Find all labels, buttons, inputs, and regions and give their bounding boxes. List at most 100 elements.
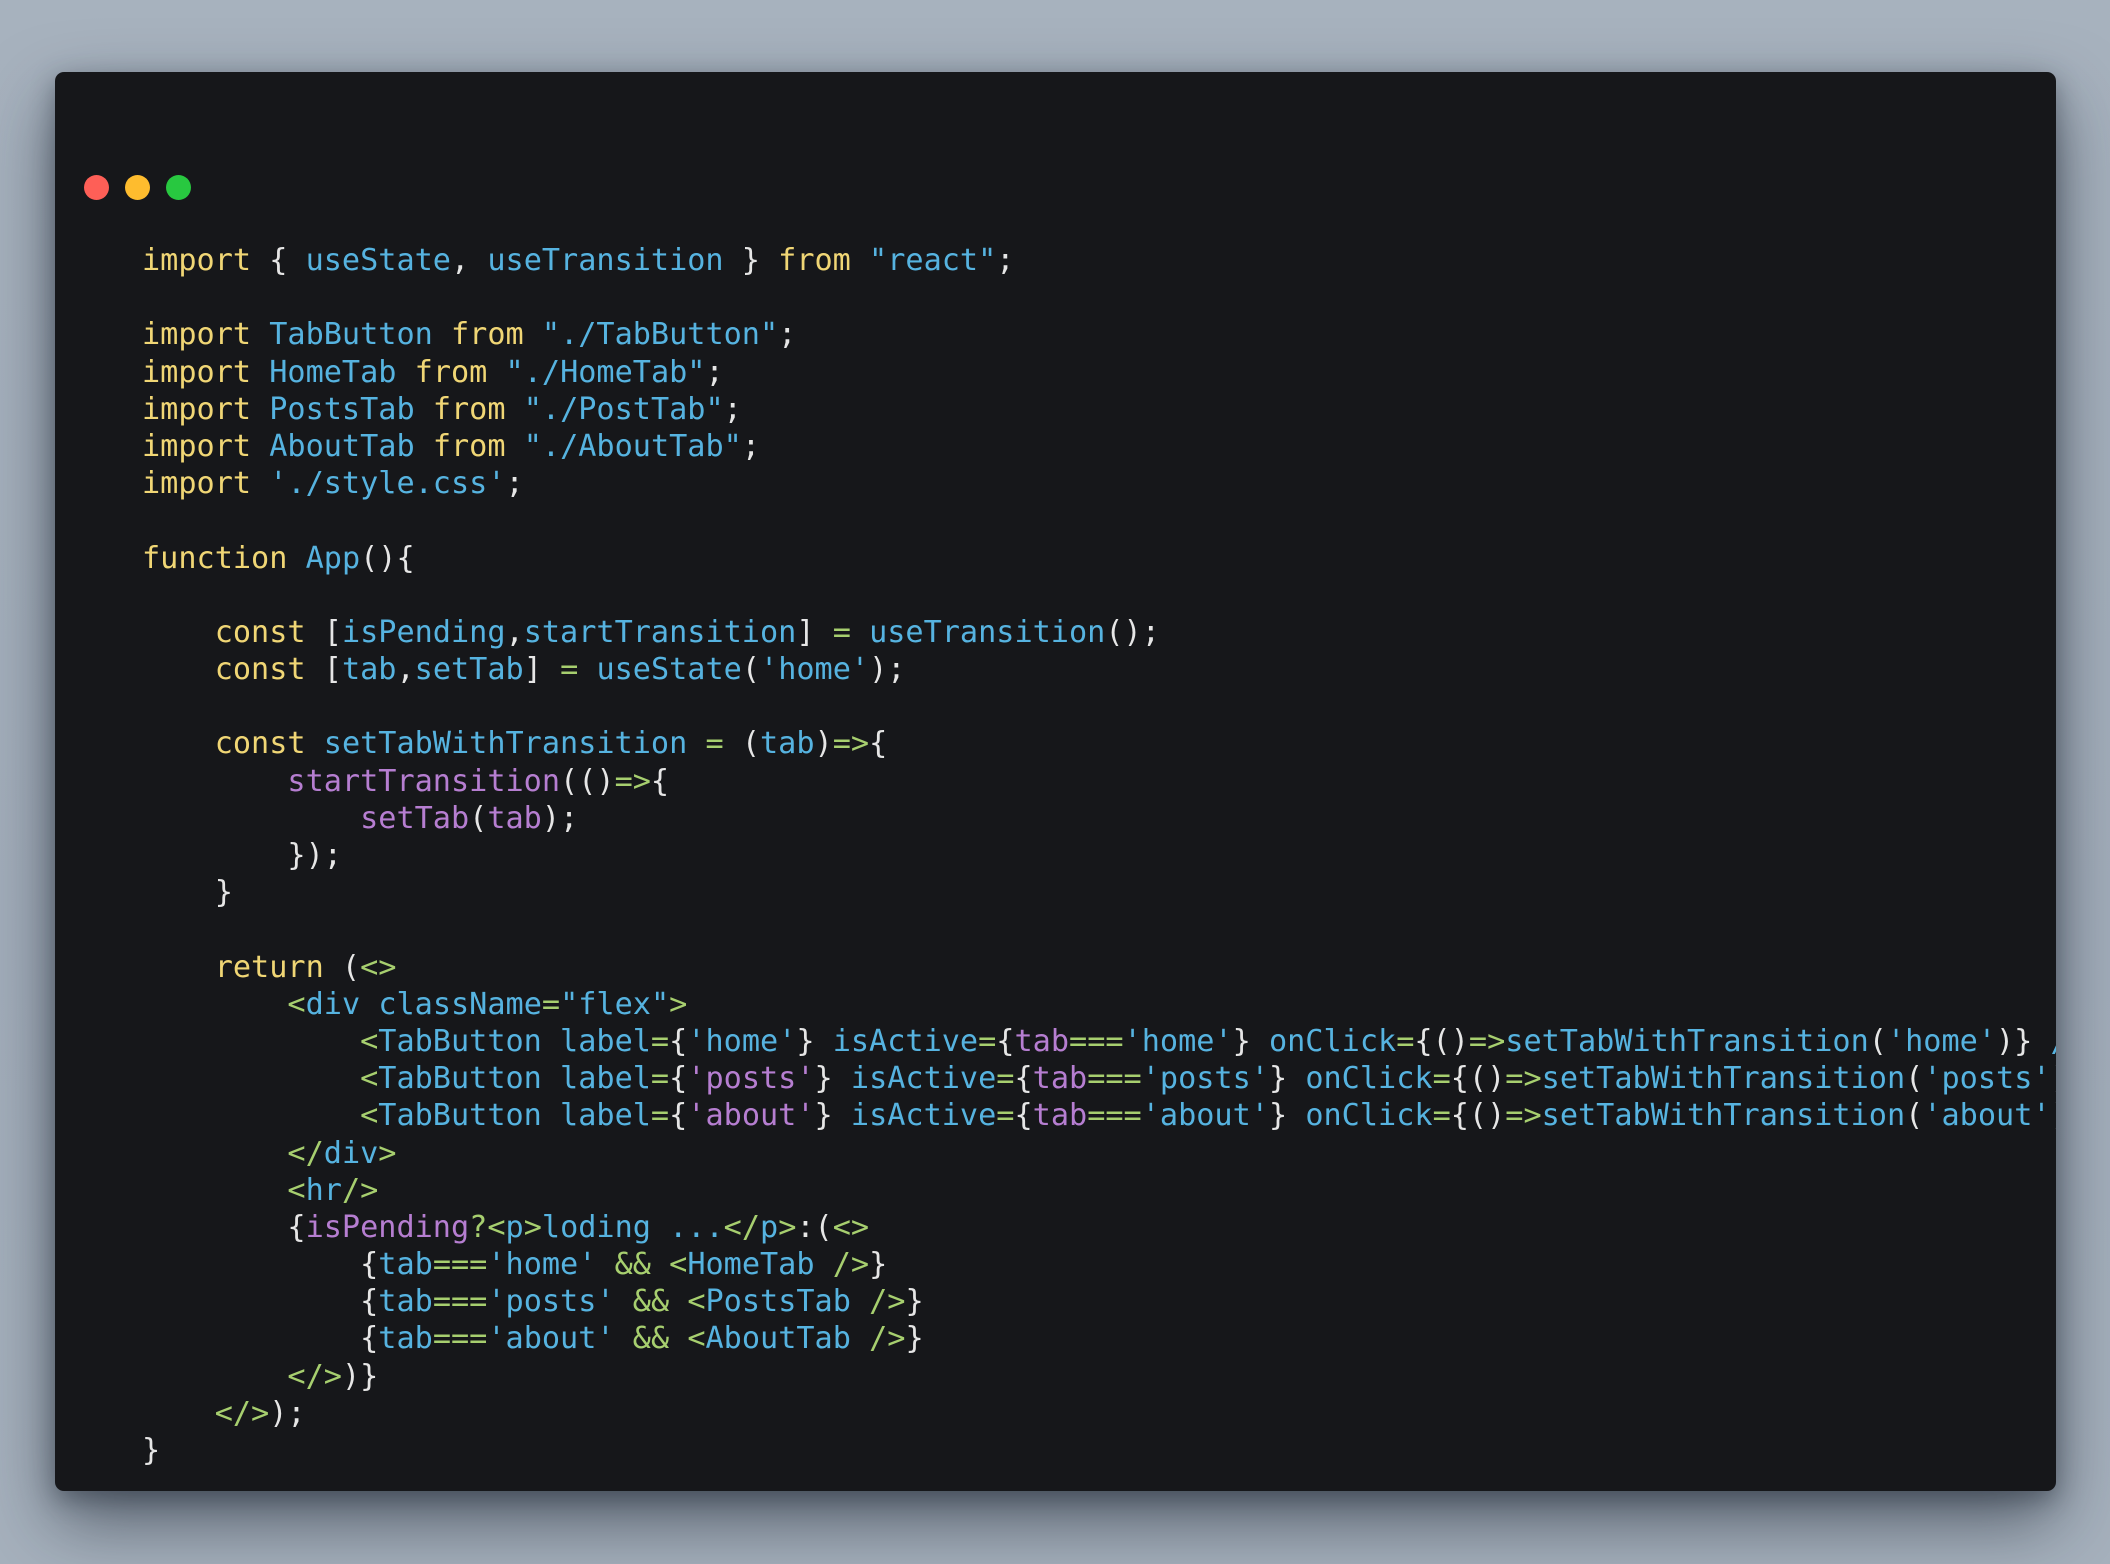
code-token-plain: ( <box>741 652 761 688</box>
code-token-operator: > <box>778 1209 797 1245</box>
code-token-tag: HomeTab <box>687 1247 815 1283</box>
code-token-ident: useState <box>596 652 742 688</box>
code-token-param: isPending <box>305 1209 470 1245</box>
code-token-plain: ); <box>269 1395 306 1431</box>
code-token-plain: ); <box>541 800 579 836</box>
code-token-ident: useState <box>305 243 451 278</box>
code-token-string: "./PostTab" <box>523 391 724 427</box>
code-token-plain: ) <box>814 726 833 762</box>
code-token-operator: => <box>832 726 870 762</box>
code-token-plain: (); <box>1105 614 1160 650</box>
code-token-keyword: const <box>214 614 306 650</box>
code-token-string: "./HomeTab" <box>505 354 706 390</box>
code-token-tag: div <box>323 1135 379 1171</box>
code-token-string: "./AboutTab" <box>523 428 742 464</box>
code-token-attr: onClick <box>1305 1098 1433 1134</box>
code-token-string: 'about' <box>487 1321 615 1357</box>
code-line: {tab==='home' && <HomeTab />} <box>142 1246 2056 1283</box>
code-token-plain: { <box>650 763 670 799</box>
close-button[interactable] <box>84 175 109 200</box>
code-token-ident: tab <box>341 652 397 688</box>
code-token-attr: isActive <box>832 1023 979 1059</box>
code-token-plain: { <box>142 1284 379 1320</box>
code-token-operator: < <box>360 1098 379 1134</box>
code-token-operator: === <box>1087 1098 1142 1134</box>
code-token-plain: ( <box>323 949 361 985</box>
code-token-keyword: from <box>432 391 506 427</box>
code-token-operator: > <box>378 1135 397 1171</box>
code-token-param: tab <box>1014 1023 1070 1059</box>
code-line: const [tab,setTab] = useState('home'); <box>142 651 2056 688</box>
code-token-plain: [ <box>305 614 342 650</box>
code-token-plain: } <box>142 875 233 911</box>
code-token-attr: className <box>378 986 542 1022</box>
code-token-operator: = <box>560 652 579 688</box>
code-token-operator: > <box>523 1209 542 1245</box>
code-token-operator: = <box>650 1098 670 1134</box>
code-token-tag: div <box>305 986 361 1022</box>
code-token-operator: = <box>1396 1023 1415 1059</box>
code-token-param: 'about' <box>687 1098 815 1134</box>
code-token-ident: tab <box>378 1284 433 1320</box>
code-token-tag: TabButton <box>378 1061 542 1097</box>
code-token-operator: === <box>1087 1061 1142 1097</box>
code-token-string: 'home' <box>687 1023 797 1059</box>
code-token-ident: isPending <box>341 614 506 650</box>
code-token-plain: { <box>142 1247 379 1283</box>
code-token-attr: label <box>560 1061 651 1097</box>
zoom-button[interactable] <box>166 175 191 200</box>
code-token-operator: = <box>996 1098 1015 1134</box>
code-token-keyword: from <box>451 317 524 353</box>
code-line: </>)} <box>142 1358 2056 1395</box>
code-token-operator: </> <box>287 1358 342 1394</box>
code-token-ident: setTabWithTransition <box>1505 1023 1869 1059</box>
code-token-ident: tab <box>378 1247 433 1283</box>
code-token-operator: = <box>978 1023 997 1059</box>
code-token-plain: )} <box>1996 1023 2051 1059</box>
code-token-plain: ( <box>1905 1098 1924 1134</box>
code-token-attr: onClick <box>1305 1061 1433 1097</box>
code-token-attr: label <box>560 1023 651 1059</box>
minimize-button[interactable] <box>125 175 150 200</box>
code-line: }); <box>142 837 2056 874</box>
code-token-attr: onClick <box>1268 1023 1397 1059</box>
code-line: } <box>142 874 2056 911</box>
code-token-string: "./TabButton" <box>541 317 779 353</box>
code-token-operator: /> <box>341 1172 379 1208</box>
code-line: startTransition(()=>{ <box>142 763 2056 800</box>
code-token-ident: startTransition <box>523 614 797 650</box>
code-line: <div className="flex"> <box>142 986 2056 1023</box>
code-token-param: tab <box>1032 1098 1088 1134</box>
code-line: setTab(tab); <box>142 800 2056 837</box>
code-token-plain: ( <box>723 726 760 762</box>
code-window: import { useState, useTransition } from … <box>55 72 2056 1491</box>
code-token-ident: PostsTab <box>269 391 415 427</box>
code-token-keyword: from <box>414 354 488 390</box>
code-token-string: './style.css' <box>269 466 506 502</box>
code-token-plain: ; <box>723 391 742 427</box>
code-token-operator: < <box>287 986 306 1022</box>
code-token-string: 'posts' <box>1923 1061 2051 1097</box>
code-token-keyword: function <box>142 540 288 576</box>
code-token-plain: {() <box>1450 1098 1506 1134</box>
code-token-operator: /> <box>869 1321 906 1357</box>
code-token-keyword: from <box>432 428 506 464</box>
code-token-ident: TabButton <box>269 317 433 353</box>
